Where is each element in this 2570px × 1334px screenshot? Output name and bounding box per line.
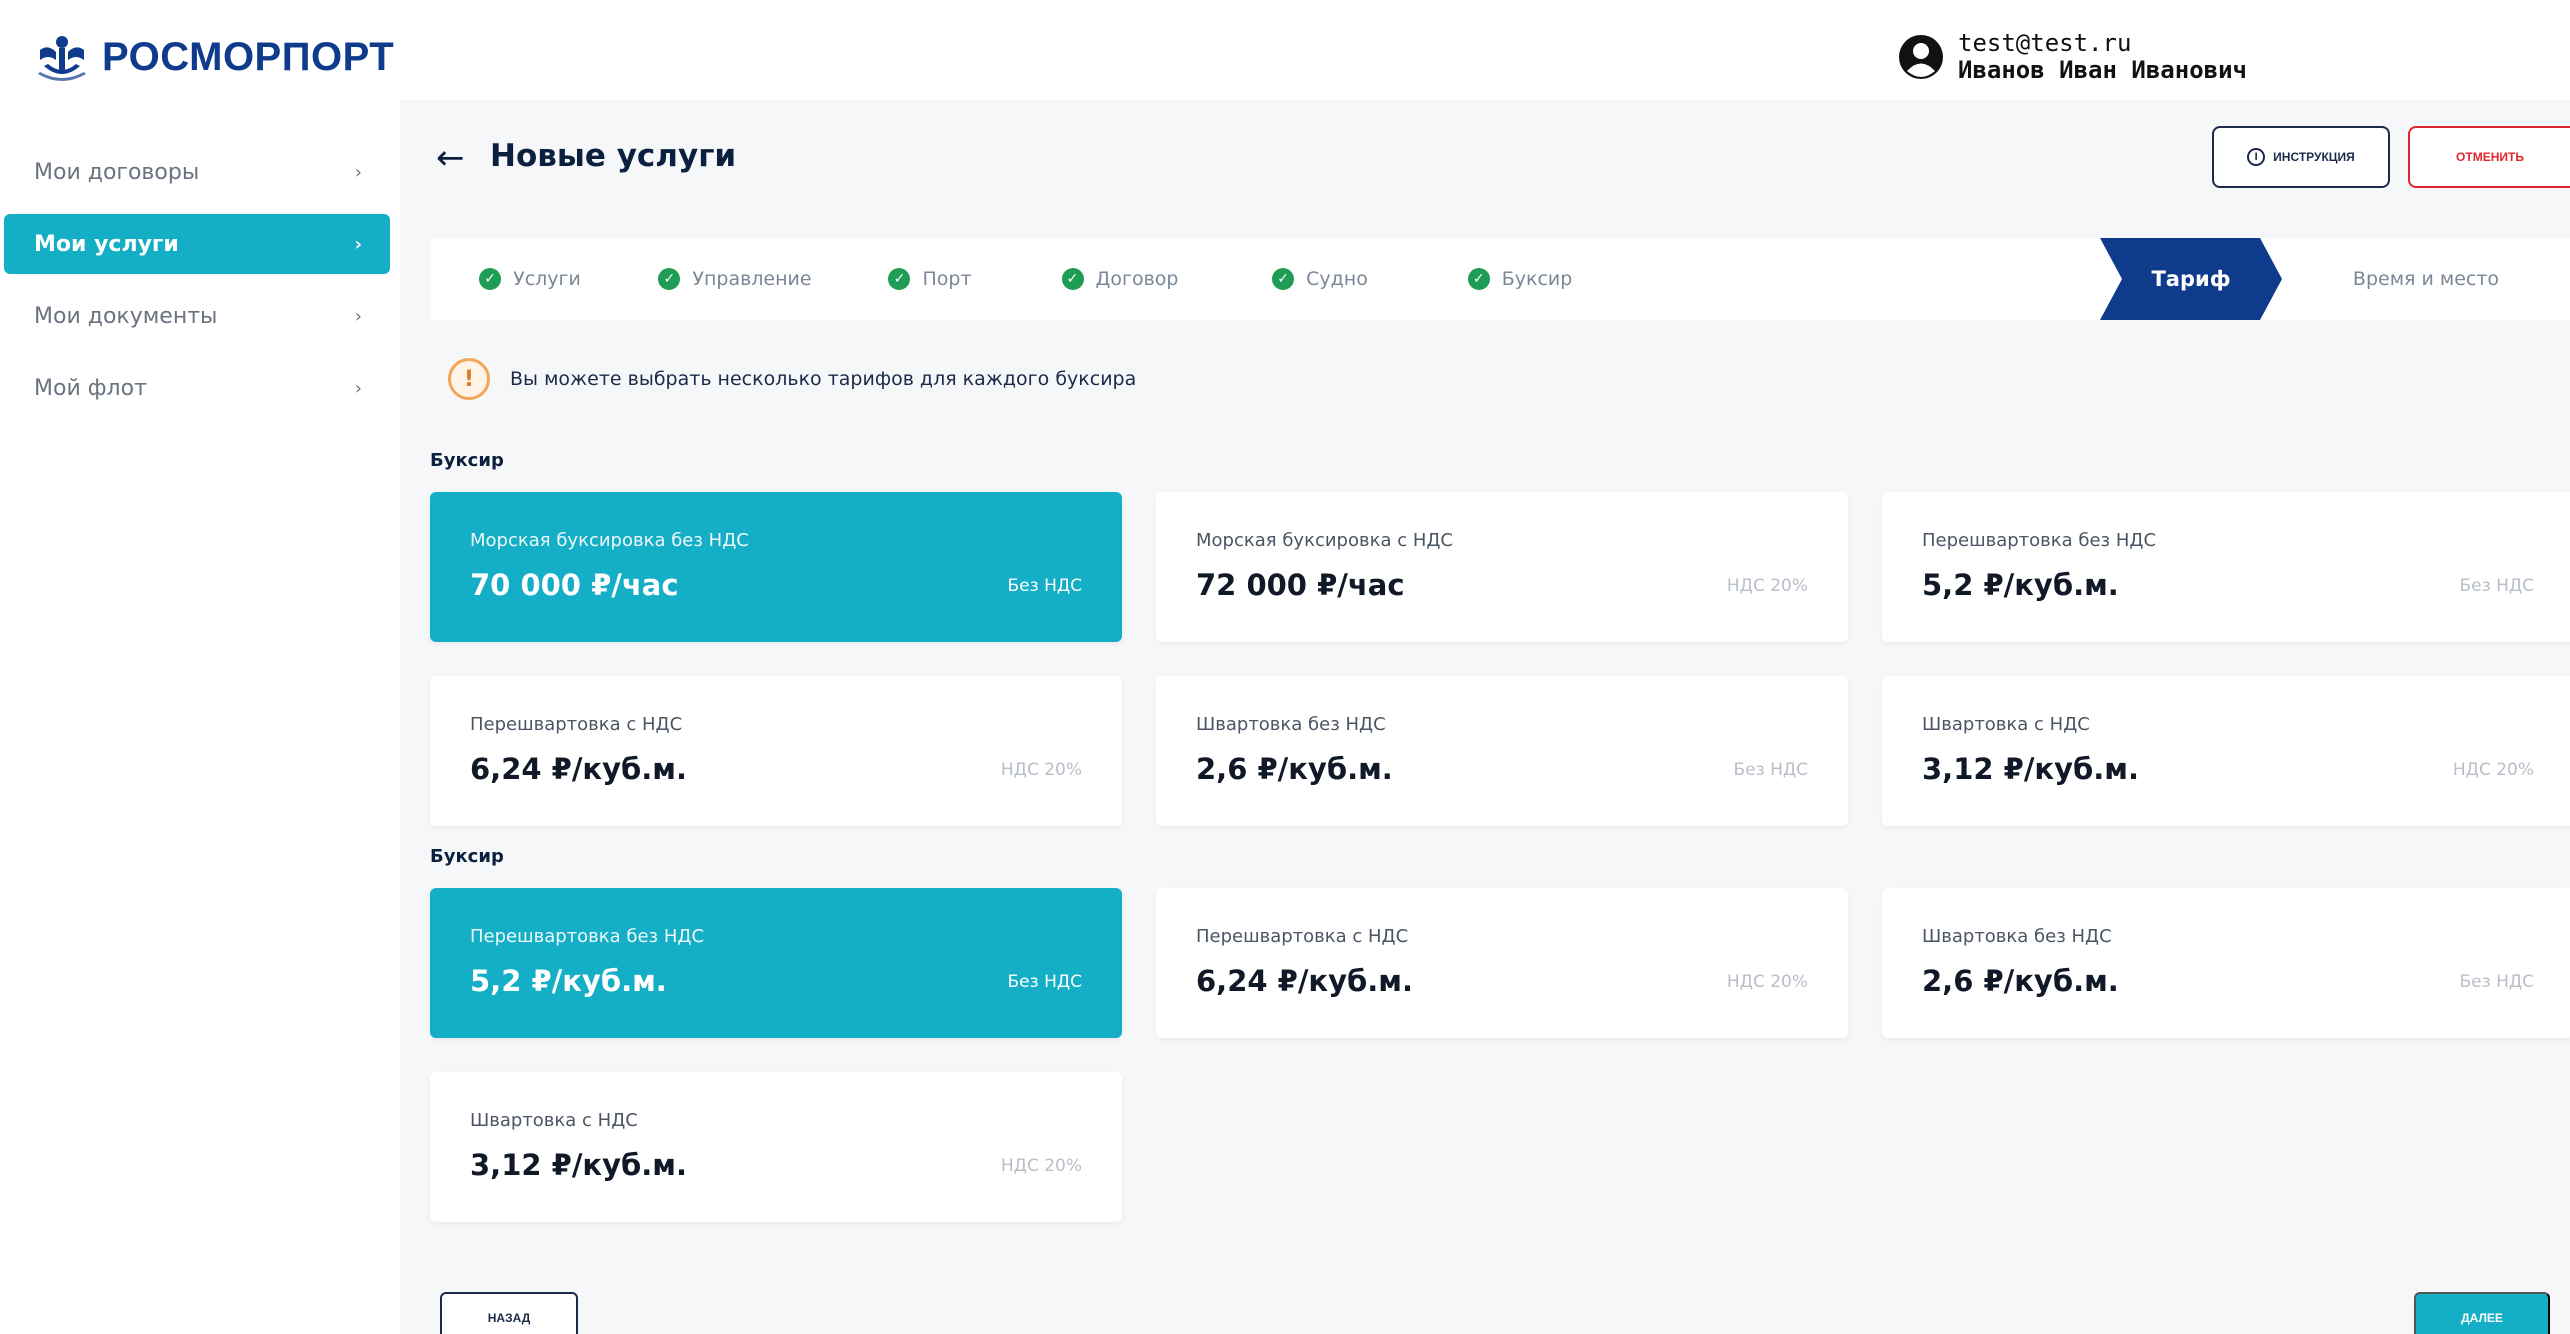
tariff-name: Перешвартовка с НДС (1196, 926, 1409, 947)
step-vessel[interactable]: ✓ Судно (1220, 238, 1420, 320)
chevron-right-icon: › (354, 377, 362, 399)
brand-logo[interactable]: РОСМОРПОРТ (34, 30, 394, 84)
sidebar-item-label: Мои договоры (34, 159, 200, 185)
tariff-vat: НДС 20% (1726, 576, 1808, 596)
instructions-label: инструкция (2273, 150, 2355, 164)
step-label: Порт (922, 268, 972, 290)
user-circle-icon (1899, 35, 1943, 79)
tariff-price: 5,2 ₽/куб.м. (1922, 568, 2119, 602)
notice-text: Вы можете выбрать несколько тарифов для … (510, 368, 1137, 390)
user-name: Иванов Иван Иванович (1958, 56, 2247, 84)
tariff-price: 3,12 ₽/куб.м. (470, 1148, 687, 1182)
tariff-name: Швартовка без НДС (1196, 714, 1386, 735)
tariff-card[interactable]: Перешвартовка с НДС 6,24 ₽/куб.м. НДС 20… (430, 676, 1122, 826)
warning-icon: ! (448, 358, 490, 400)
page-title: Новые услуги (490, 138, 737, 174)
chevron-right-icon: › (354, 233, 362, 255)
tariff-vat: Без НДС (1007, 576, 1083, 596)
tariff-vat: Без НДС (1733, 760, 1809, 780)
user-profile[interactable]: test@test.ru Иванов Иван Иванович (1898, 30, 2247, 84)
tariff-vat: НДС 20% (1726, 972, 1808, 992)
rosmorport-emblem-icon (38, 36, 86, 81)
sidebar-item-label: Мои услуги (34, 231, 179, 257)
tariff-price: 2,6 ₽/куб.м. (1196, 752, 1393, 786)
step-contract[interactable]: ✓ Договор (1020, 238, 1220, 320)
main-content: ← Новые услуги i инструкция отменить ✓ У… (400, 100, 2570, 1334)
stepper: ✓ Услуги ✓ Управление ✓ Порт ✓ Договор ✓… (430, 238, 2570, 320)
tariff-card[interactable]: Швартовка с НДС 3,12 ₽/куб.м. НДС 20% (430, 1072, 1122, 1222)
next-button[interactable]: далее (2414, 1292, 2550, 1334)
tariff-price: 6,24 ₽/куб.м. (1196, 964, 1413, 998)
step-services[interactable]: ✓ Услуги (430, 238, 630, 320)
tariff-card[interactable]: Перешвартовка без НДС 5,2 ₽/куб.м. Без Н… (430, 888, 1122, 1038)
chevron-right-icon: › (354, 305, 362, 327)
tariff-card[interactable]: Перешвартовка без НДС 5,2 ₽/куб.м. Без Н… (1882, 492, 2570, 642)
step-management[interactable]: ✓ Управление (630, 238, 840, 320)
tariff-card[interactable]: Перешвартовка с НДС 6,24 ₽/куб.м. НДС 20… (1156, 888, 1848, 1038)
tariff-name: Перешвартовка с НДС (470, 714, 683, 735)
step-label: Судно (1306, 268, 1368, 290)
tariff-price: 70 000 ₽/час (470, 568, 679, 602)
sidebar-item-services[interactable]: Мои услуги › (4, 214, 390, 274)
cancel-button[interactable]: отменить (2408, 126, 2570, 188)
tariff-vat: Без НДС (2459, 576, 2535, 596)
check-circle-icon: ✓ (1061, 268, 1084, 290)
tariff-price: 3,12 ₽/куб.м. (1922, 752, 2139, 786)
step-label: Время и место (2352, 268, 2500, 290)
tariff-price: 5,2 ₽/куб.м. (470, 964, 667, 998)
check-circle-icon: ✓ (479, 268, 502, 290)
tariff-price: 6,24 ₽/куб.м. (470, 752, 687, 786)
sidebar-item-fleet[interactable]: Мой флот › (4, 358, 390, 418)
tariff-vat: НДС 20% (1000, 760, 1082, 780)
tariff-card[interactable]: Швартовка с НДС 3,12 ₽/куб.м. НДС 20% (1882, 676, 2570, 826)
step-label: Управление (692, 268, 812, 290)
tariff-name: Швартовка с НДС (1922, 714, 2090, 735)
step-tug[interactable]: ✓ Буксир (1420, 238, 1620, 320)
user-email: test@test.ru (1958, 29, 2132, 57)
tariff-price: 2,6 ₽/куб.м. (1922, 964, 2119, 998)
step-label: Буксир (1501, 268, 1573, 290)
group-title: Буксир (430, 450, 504, 471)
sidebar-item-documents[interactable]: Мои документы › (4, 286, 390, 346)
step-label: Услуги (513, 268, 581, 290)
info-icon: i (2247, 148, 2266, 166)
sidebar-item-label: Мой флот (34, 375, 147, 401)
tariff-vat: НДС 20% (1000, 1156, 1082, 1176)
top-header: РОСМОРПОРТ test@test.ru Иванов Иван Иван… (0, 0, 2570, 110)
tariff-name: Перешвартовка без НДС (1922, 530, 2157, 551)
sidebar-item-contracts[interactable]: Мои договоры › (4, 142, 390, 202)
tariff-card[interactable]: Швартовка без НДС 2,6 ₽/куб.м. Без НДС (1156, 676, 1848, 826)
check-circle-icon: ✓ (658, 268, 681, 290)
step-label: Тариф (2151, 267, 2231, 291)
tariff-name: Швартовка без НДС (1922, 926, 2112, 947)
group-title: Буксир (430, 846, 504, 867)
step-port[interactable]: ✓ Порт (840, 238, 1020, 320)
brand-name: РОСМОРПОРТ (102, 34, 395, 79)
sidebar-item-label: Мои документы (34, 303, 218, 329)
tariff-vat: Без НДС (2459, 972, 2535, 992)
tariff-card[interactable]: Морская буксировка без НДС 70 000 ₽/час … (430, 492, 1122, 642)
sidebar: Мои договоры › Мои услуги › Мои документ… (0, 110, 400, 1334)
tariff-name: Швартовка с НДС (470, 1110, 638, 1131)
step-tariff[interactable]: Тариф (2100, 238, 2282, 320)
tariff-vat: НДС 20% (2452, 760, 2534, 780)
check-circle-icon: ✓ (1467, 268, 1490, 290)
tariff-price: 72 000 ₽/час (1196, 568, 1405, 602)
chevron-right-icon: › (354, 161, 362, 183)
tariff-name: Морская буксировка с НДС (1196, 530, 1453, 551)
tariff-name: Перешвартовка без НДС (470, 926, 705, 947)
back-arrow-icon[interactable]: ← (436, 138, 465, 178)
check-circle-icon: ✓ (1272, 268, 1295, 290)
instructions-button[interactable]: i инструкция (2212, 126, 2390, 188)
tariff-card[interactable]: Швартовка без НДС 2,6 ₽/куб.м. Без НДС (1882, 888, 2570, 1038)
tariff-notice: ! Вы можете выбрать несколько тарифов дл… (448, 358, 1136, 400)
step-time-place[interactable]: Время и место (2282, 238, 2570, 320)
back-button[interactable]: назад (440, 1292, 578, 1334)
tariff-vat: Без НДС (1007, 972, 1083, 992)
tariff-card[interactable]: Морская буксировка с НДС 72 000 ₽/час НД… (1156, 492, 1848, 642)
tariff-name: Морская буксировка без НДС (470, 530, 749, 551)
check-circle-icon: ✓ (888, 268, 911, 290)
step-label: Договор (1095, 268, 1179, 290)
